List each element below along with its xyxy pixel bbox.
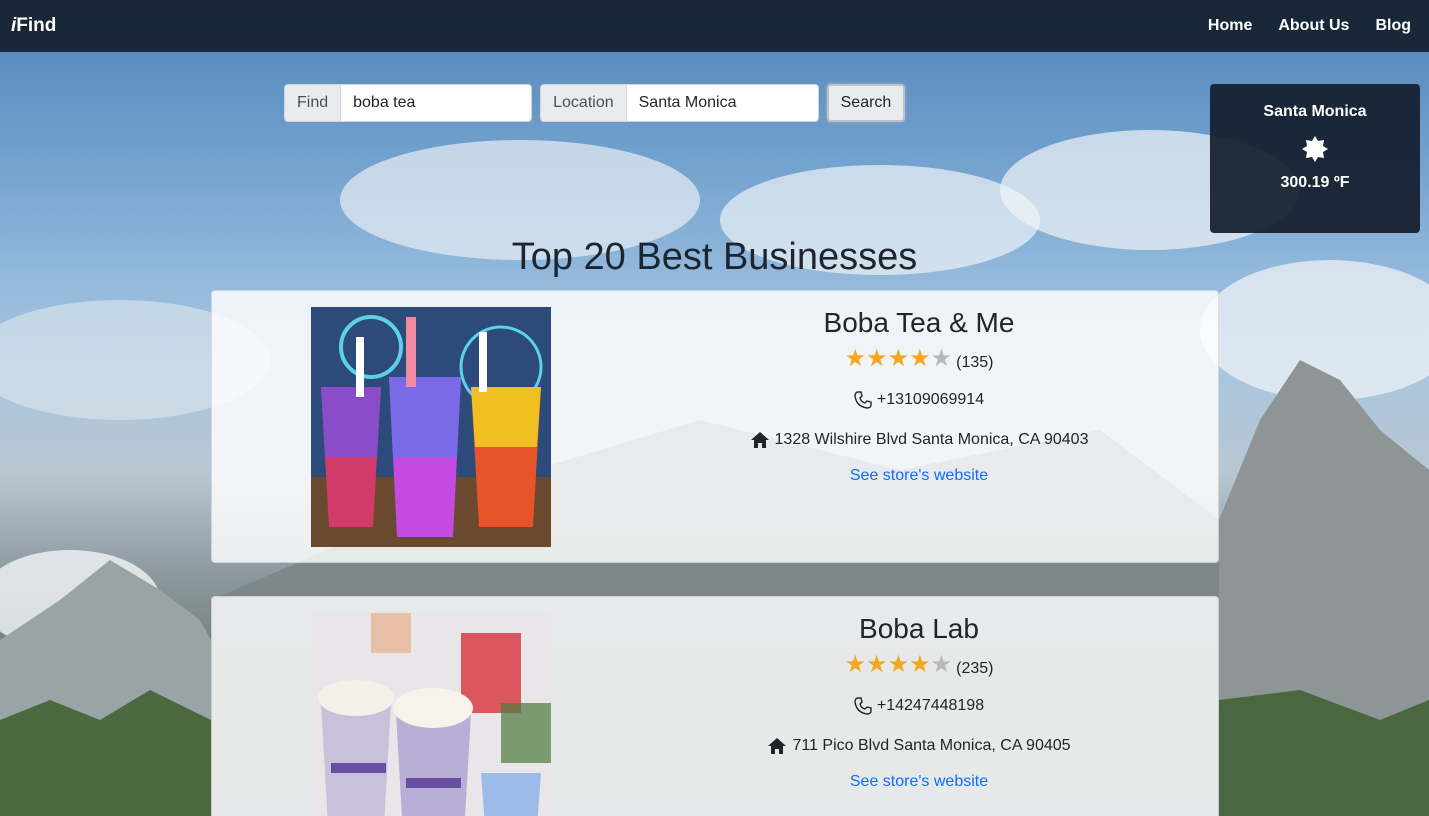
location-input[interactable]: Santa Monica [625, 84, 819, 122]
business-address: 1328 Wilshire Blvd Santa Monica, CA 9040… [774, 431, 1089, 448]
sun-icon [1302, 136, 1328, 162]
business-phone[interactable]: +14247448198 [877, 697, 984, 715]
search-form: Find boba tea Location Santa Monica Sear… [284, 84, 906, 122]
business-card: Boba Tea & Me ★ ★ ★ ★ ★ (135) +131090699… [211, 290, 1219, 563]
star-icon: ★ [909, 651, 931, 678]
address-row: 1328 Wilshire Blvd Santa Monica, CA 9040… [642, 427, 1196, 453]
find-label: Find [284, 84, 341, 122]
home-icon [768, 738, 787, 754]
find-input[interactable]: boba tea [340, 84, 533, 122]
star-icon: ★ [930, 345, 953, 372]
location-label: Location [540, 84, 626, 122]
phone-icon [854, 391, 872, 409]
brand-logo[interactable]: iFind [11, 15, 56, 37]
star-icon: ★ [887, 345, 910, 372]
weather-temperature: 300.19 ºF [1280, 174, 1350, 191]
location-input-group: Location Santa Monica [540, 84, 819, 122]
top-navbar: iFind Home About Us Blog [0, 0, 1429, 52]
star-icon: ★ [844, 651, 867, 678]
brand-text: Find [16, 15, 57, 36]
nav-links: Home About Us Blog [1208, 17, 1411, 35]
weather-city: Santa Monica [1263, 103, 1367, 120]
phone-icon [854, 697, 872, 715]
business-name[interactable]: Boba Lab [642, 613, 1196, 645]
rating: ★ ★ ★ ★ ★ (235) [642, 651, 1196, 679]
review-count: (135) [956, 354, 994, 371]
star-icon: ★ [930, 651, 953, 678]
nav-about-link[interactable]: About Us [1278, 17, 1349, 35]
rating: ★ ★ ★ ★ ★ (135) [642, 345, 1196, 373]
phone-row: +14247448198 [642, 693, 1196, 719]
business-photo[interactable] [311, 307, 551, 547]
business-photo[interactable] [311, 613, 551, 816]
star-icon: ★ [866, 651, 888, 678]
weather-widget: Santa Monica 300.19 ºF [1210, 84, 1420, 233]
store-website-link[interactable]: See store's website [642, 467, 1196, 485]
nav-blog-link[interactable]: Blog [1375, 17, 1411, 35]
nav-home-link[interactable]: Home [1208, 17, 1252, 35]
address-row: 711 Pico Blvd Santa Monica, CA 90405 [642, 733, 1196, 759]
search-button[interactable]: Search [826, 84, 906, 122]
home-icon [750, 432, 769, 448]
business-info: Boba Tea & Me ★ ★ ★ ★ ★ (135) +131090699… [642, 291, 1196, 485]
star-icon: ★ [887, 651, 910, 678]
page-title: Top 20 Best Businesses [511, 236, 918, 278]
find-input-group: Find boba tea [284, 84, 533, 122]
star-icon: ★ [909, 345, 931, 372]
review-count: (235) [956, 660, 994, 677]
store-website-link[interactable]: See store's website [642, 773, 1196, 791]
business-address: 711 Pico Blvd Santa Monica, CA 90405 [792, 737, 1071, 754]
phone-row: +13109069914 [642, 387, 1196, 413]
business-info: Boba Lab ★ ★ ★ ★ ★ (235) +14247448198 71… [642, 597, 1196, 791]
business-card: Boba Lab ★ ★ ★ ★ ★ (235) +14247448198 71… [211, 596, 1219, 816]
business-name[interactable]: Boba Tea & Me [642, 307, 1196, 339]
star-icon: ★ [866, 345, 888, 372]
business-phone[interactable]: +13109069914 [877, 391, 984, 409]
star-icon: ★ [844, 345, 867, 372]
